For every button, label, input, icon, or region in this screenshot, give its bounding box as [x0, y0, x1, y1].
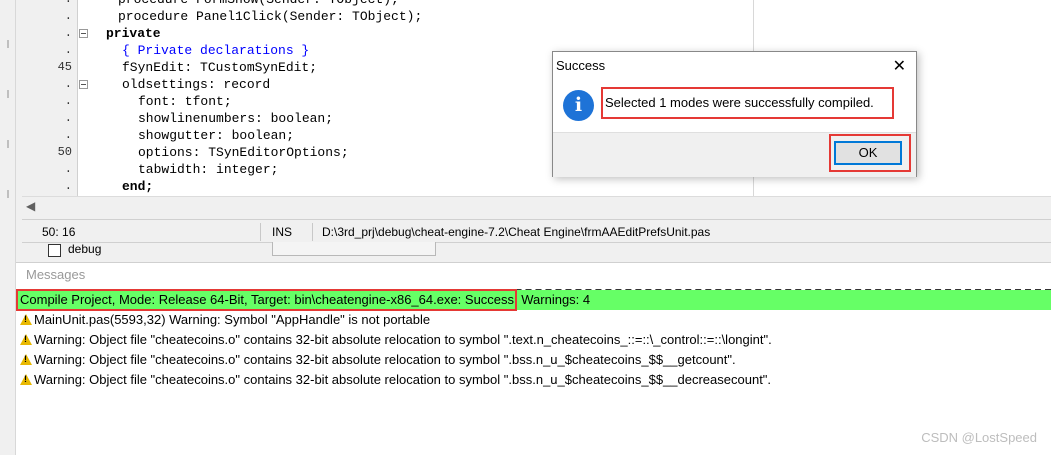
code-text: tabwidth: integer;: [138, 162, 279, 177]
line-number: .: [64, 9, 72, 23]
combo-box-fragment[interactable]: [272, 242, 436, 256]
splitter-mark: [7, 40, 9, 48]
message-text: Warning: Object file "cheatecoins.o" con…: [34, 332, 772, 347]
code-line: . procedure FormShow(Sender: TObject);: [22, 0, 782, 8]
warning-icon: [20, 314, 32, 325]
highlight-box-message: [601, 87, 894, 119]
highlight-box-success: [16, 289, 517, 311]
line-number: .: [64, 111, 72, 125]
code-text: showgutter: boolean;: [138, 128, 295, 143]
code-text: procedure FormShow(Sender: TObject);: [118, 0, 399, 8]
fold-toggle-icon[interactable]: [79, 80, 88, 89]
warning-icon: [20, 374, 32, 385]
messages-title: Messages: [26, 267, 86, 282]
line-number: 45: [57, 60, 72, 74]
close-icon[interactable]: ✕: [893, 56, 906, 76]
splitter-mark: [7, 90, 9, 98]
splitter-mark: [7, 190, 9, 198]
code-text: private: [106, 26, 161, 41]
code-text: options: TSynEditorOptions;: [138, 145, 349, 160]
highlight-box-ok: [829, 134, 911, 172]
insert-mode: INS: [272, 225, 293, 239]
message-text: Warning: Object file "cheatecoins.o" con…: [34, 372, 772, 387]
line-number: .: [64, 43, 72, 57]
message-warning[interactable]: Warning: Object file "cheatecoins.o" con…: [16, 370, 1051, 390]
message-warning[interactable]: Warning: Object file "cheatecoins.o" con…: [16, 350, 1051, 370]
line-number: .: [64, 162, 72, 176]
debug-label: debug: [68, 242, 102, 256]
code-line: . private: [22, 25, 782, 42]
line-number: .: [64, 94, 72, 108]
warning-icon: [20, 354, 32, 365]
message-text: Warning: Object file "cheatecoins.o" con…: [34, 352, 736, 367]
code-line: . end;: [22, 178, 782, 195]
code-text: procedure Panel1Click(Sender: TObject);: [118, 9, 423, 24]
file-path: D:\3rd_prj\debug\cheat-engine-7.2\Cheat …: [322, 225, 711, 239]
success-dialog: Success ✕ i Selected 1 modes were succes…: [552, 51, 917, 177]
messages-panel: Messages Compile Project, Mode: Release …: [16, 262, 1051, 455]
line-number: .: [64, 26, 72, 40]
message-text: MainUnit.pas(5593,32) Warning: Symbol "A…: [34, 312, 431, 327]
dialog-title: Success: [556, 58, 606, 73]
info-icon: i: [563, 90, 594, 121]
left-strip: [0, 0, 16, 455]
line-number: .: [64, 77, 72, 91]
line-number: .: [22, 0, 72, 8]
code-text: fSynEdit: TCustomSynEdit;: [122, 60, 318, 75]
code-line: . procedure Panel1Click(Sender: TObject);: [22, 8, 782, 25]
code-text: font: tfont;: [138, 94, 232, 109]
cursor-position: 50: 16: [42, 225, 76, 239]
warning-icon: [20, 334, 32, 345]
code-text: { Private declarations }: [122, 43, 310, 58]
scroll-left-icon[interactable]: ◀: [26, 199, 35, 213]
line-number: .: [64, 179, 72, 193]
watermark: CSDN @LostSpeed: [921, 430, 1037, 445]
line-number: .: [64, 128, 72, 142]
splitter-mark: [7, 140, 9, 148]
line-number: 50: [57, 145, 72, 159]
fold-toggle-icon[interactable]: [79, 29, 88, 38]
statusbar-separator: [312, 223, 313, 241]
code-text: end;: [122, 179, 154, 194]
horizontal-scrollbar[interactable]: ◀: [22, 196, 1051, 215]
code-text: showlinenumbers: boolean;: [138, 111, 334, 126]
code-text: oldsettings: record: [122, 77, 271, 92]
message-warning[interactable]: MainUnit.pas(5593,32) Warning: Symbol "A…: [16, 310, 1051, 330]
statusbar-separator: [260, 223, 261, 241]
message-warning[interactable]: Warning: Object file "cheatecoins.o" con…: [16, 330, 1051, 350]
editor-statusbar: 50: 16 INS D:\3rd_prj\debug\cheat-engine…: [22, 219, 1051, 243]
debug-checkbox[interactable]: [48, 244, 61, 257]
